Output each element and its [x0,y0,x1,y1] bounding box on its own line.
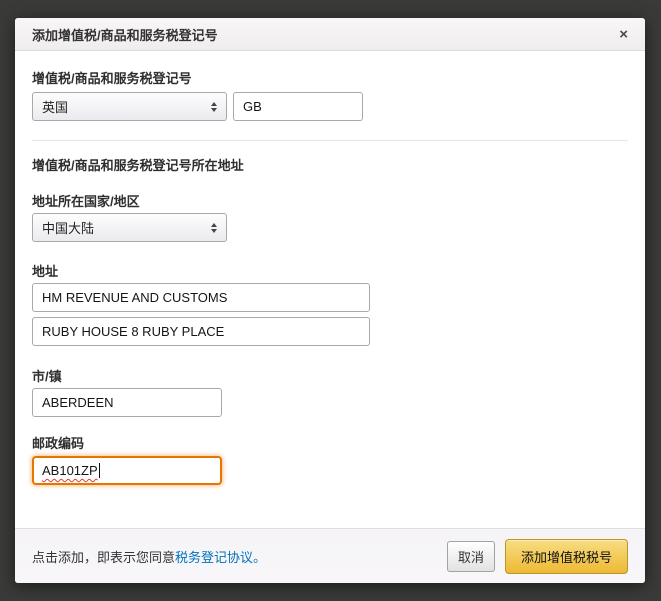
vat-country-select[interactable]: 英国 [32,92,227,121]
dialog-footer: 点击添加，即表示您同意税务登记协议。 取消 添加增值税税号 [15,528,645,583]
address-line1-input[interactable] [32,283,370,312]
cancel-button[interactable]: 取消 [446,540,495,572]
dialog-header: 添加增值税/商品和服务税登记号 × [15,18,645,51]
postal-code-input[interactable]: AB101ZP [32,456,222,485]
address-country-label: 地址所在国家/地区 [32,194,140,209]
select-stepper-icon [211,222,217,233]
text-cursor-icon [98,463,100,478]
add-vat-number-dialog: 添加增值税/商品和服务税登记号 × 增值税/商品和服务税登记号 英国 增值税/商… [15,18,645,583]
agreement-prefix: 点击添加，即表示您同意 [32,549,176,565]
vat-country-selected-value: 英国 [42,100,69,115]
address-section-heading: 增值税/商品和服务税登记号所在地址 [32,158,244,173]
footer-buttons: 取消 添加增值税税号 [446,538,628,574]
dialog-body: 增值税/商品和服务税登记号 英国 增值税/商品和服务税登记号所在地址 地址所在国… [15,51,645,528]
city-input[interactable] [32,388,222,417]
section-divider [32,140,628,141]
vat-number-row: 英国 [32,92,628,121]
vat-number-section-label: 增值税/商品和服务税登记号 [32,71,192,86]
city-label: 市/镇 [32,369,62,384]
address-line2-input[interactable] [32,317,370,346]
agreement-text: 点击添加，即表示您同意税务登记协议。 [32,547,266,566]
vat-number-input[interactable] [233,92,363,121]
postal-code-value: AB101ZP [42,463,98,478]
select-stepper-icon [211,101,217,112]
dialog-title: 添加增值税/商品和服务税登记号 [32,27,218,43]
address-country-selected-value: 中国大陆 [42,221,95,236]
address-country-select[interactable]: 中国大陆 [32,213,227,242]
add-vat-number-button[interactable]: 添加增值税税号 [504,538,628,574]
address-label: 地址 [32,264,59,279]
close-icon[interactable]: × [619,27,628,42]
tax-agreement-link[interactable]: 税务登记协议。 [175,550,266,565]
postal-code-label: 邮政编码 [32,436,85,451]
